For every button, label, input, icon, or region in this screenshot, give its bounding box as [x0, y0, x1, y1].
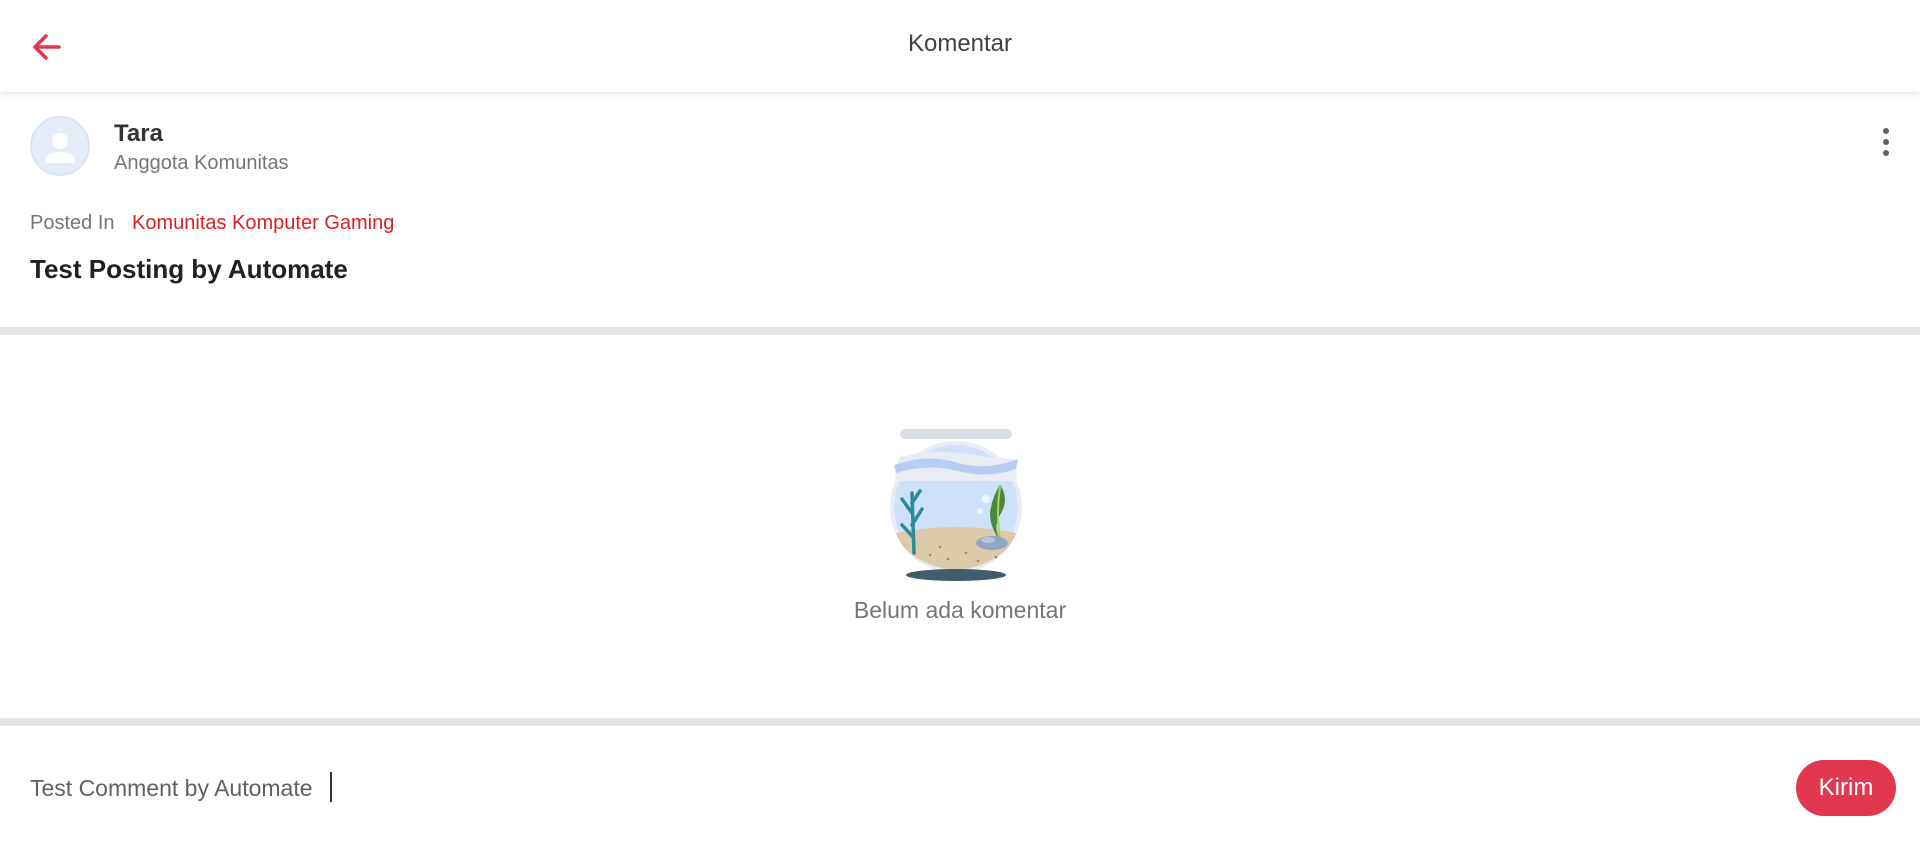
empty-comments-state: Belum ada komentar	[0, 335, 1920, 718]
author-name[interactable]: Tara	[114, 120, 163, 148]
top-app-bar: Komentar	[0, 0, 1920, 92]
post-card: Tara Anggota Komunitas Posted In Komunit…	[0, 92, 1920, 327]
author-role: Anggota Komunitas	[114, 152, 289, 174]
section-divider	[0, 327, 1920, 335]
community-link[interactable]: Komunitas Komputer Gaming	[132, 212, 394, 235]
fishbowl-illustration	[890, 429, 1022, 581]
text-caret	[330, 772, 332, 802]
user-avatar-icon[interactable]	[30, 116, 90, 176]
comment-composer: Kirim	[0, 726, 1920, 849]
send-button[interactable]: Kirim	[1796, 760, 1896, 816]
posted-in-label: Posted In	[30, 212, 115, 234]
more-vertical-icon[interactable]	[1868, 120, 1904, 164]
post-title: Test Posting by Automate	[30, 254, 348, 284]
comment-input[interactable]	[30, 770, 1770, 806]
page-title: Komentar	[907, 30, 1013, 57]
section-divider	[0, 718, 1920, 726]
empty-comments-text: Belum ada komentar	[853, 597, 1067, 623]
